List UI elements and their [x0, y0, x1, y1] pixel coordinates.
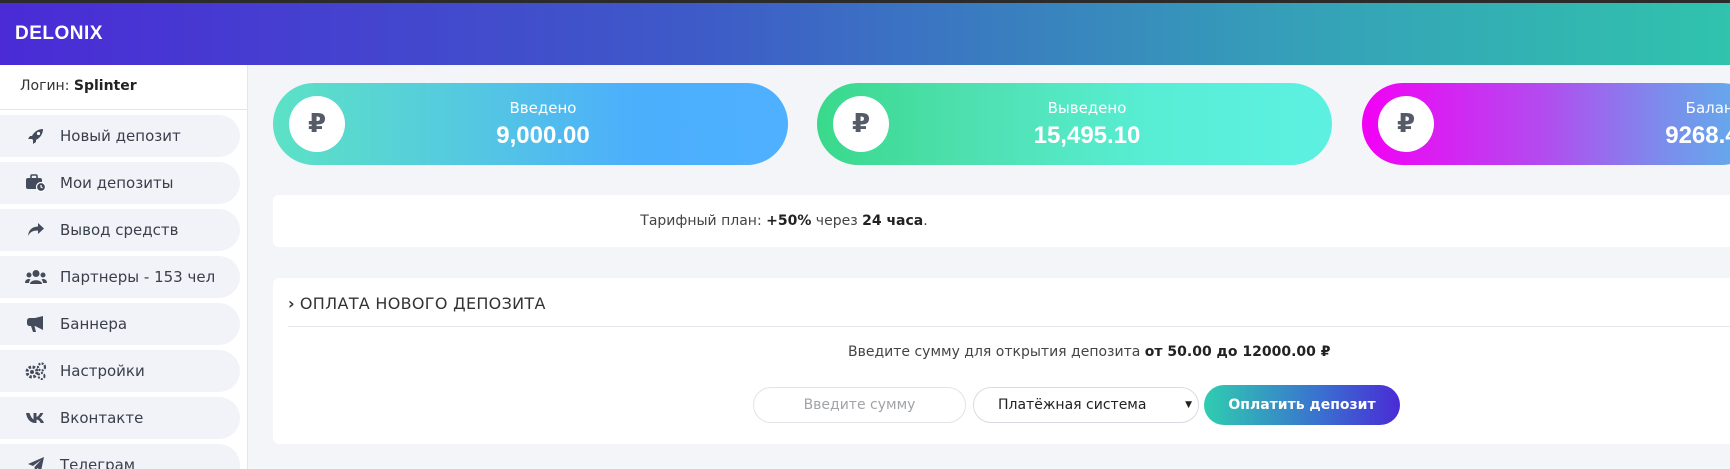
vk-icon [24, 408, 48, 428]
stat-card-withdrawn: ₽ Выведено 15,495.10 [817, 83, 1332, 165]
new-deposit-panel: › ОПЛАТА НОВОГО ДЕПОЗИТА Введите сумму дл… [273, 278, 1730, 444]
sidebar-item-my-deposits[interactable]: Мои депозиты [0, 162, 240, 204]
sidebar-item-label: Вывод средств [60, 221, 179, 239]
sidebar-item-settings[interactable]: Настройки [0, 350, 240, 392]
login-info: Логин: Splinter [0, 65, 247, 110]
sidebar-item-label: Вконтакте [60, 409, 144, 427]
plan-text: Тарифный план: +50% через 24 часа. [640, 213, 927, 229]
sidebar: Логин: Splinter Новый депозит Мои депози… [0, 65, 248, 469]
rocket-icon [24, 126, 48, 146]
login-username: Splinter [73, 78, 137, 94]
share-arrow-icon [24, 220, 48, 240]
brand-logo[interactable]: DELONIX [15, 23, 103, 45]
sidebar-item-label: Баннера [60, 315, 128, 333]
stat-label: Баланс [1685, 99, 1730, 117]
panel-title: › ОПЛАТА НОВОГО ДЕПОЗИТА [288, 294, 546, 313]
hint-range: от 50.00 до 12000.00 ₽ [1144, 344, 1331, 360]
ruble-icon: ₽ [833, 96, 889, 152]
amount-input[interactable] [753, 387, 966, 423]
select-value: Платёжная система [998, 397, 1147, 413]
ruble-icon: ₽ [1378, 96, 1434, 152]
hint-prefix: Введите сумму для открытия депозита [848, 344, 1145, 360]
panel-title-text: ОПЛАТА НОВОГО ДЕПОЗИТА [299, 294, 546, 313]
stat-label: Введено [509, 99, 577, 117]
chevron-right-icon: › [288, 294, 295, 313]
sidebar-item-vkontakte[interactable]: Вконтакте [0, 397, 240, 439]
plan-suffix: . [923, 213, 928, 229]
gears-icon [24, 361, 48, 381]
plan-middle: через [811, 213, 863, 229]
plan-prefix: Тарифный план: [640, 213, 767, 229]
caret-down-icon: ▼ [1185, 400, 1192, 410]
pay-deposit-button[interactable]: Оплатить депозит [1204, 385, 1400, 425]
stat-value: 9,000.00 [496, 122, 590, 149]
briefcase-clock-icon [24, 173, 48, 193]
sidebar-item-label: Новый депозит [60, 127, 181, 145]
sidebar-item-label: Мои депозиты [60, 174, 174, 192]
sidebar-item-label: Настройки [60, 362, 145, 380]
sidebar-item-label: Партнеры - 153 чел [60, 268, 216, 286]
payment-system-select[interactable]: Платёжная система ▼ [973, 387, 1199, 423]
sidebar-item-label: Телеграм [60, 456, 136, 469]
sidebar-item-banners[interactable]: Баннера [0, 303, 240, 345]
paper-plane-icon [24, 455, 48, 469]
sidebar-menu: Новый депозит Мои депозиты Вывод средств… [0, 110, 247, 469]
plan-period: 24 часа [862, 213, 924, 229]
sidebar-item-withdraw[interactable]: Вывод средств [0, 209, 240, 251]
users-icon [24, 267, 48, 287]
stat-card-balance: ₽ Баланс 9268.45 [1362, 83, 1730, 165]
plan-rate: +50% [766, 213, 812, 229]
sidebar-item-telegram[interactable]: Телеграм [0, 444, 240, 469]
sidebar-item-partners[interactable]: Партнеры - 153 чел [0, 256, 240, 298]
stat-value: 9268.45 [1665, 122, 1730, 149]
app-header: DELONIX [0, 3, 1730, 65]
sidebar-item-new-deposit[interactable]: Новый депозит [0, 115, 240, 157]
stat-value: 15,495.10 [1033, 122, 1141, 149]
deposit-hint: Введите сумму для открытия депозита от 5… [848, 344, 1330, 360]
login-label: Логин: [20, 78, 70, 94]
divider [288, 326, 1730, 327]
ruble-icon: ₽ [289, 96, 345, 152]
stat-card-deposited: ₽ Введено 9,000.00 [273, 83, 788, 165]
megaphone-icon [24, 314, 48, 334]
tariff-plan-box: Тарифный план: +50% через 24 часа. [273, 195, 1730, 247]
stat-label: Выведено [1047, 99, 1127, 117]
